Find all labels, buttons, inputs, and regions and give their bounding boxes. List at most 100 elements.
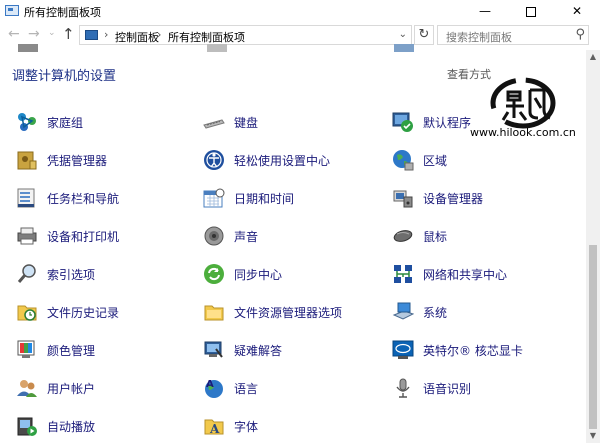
navigation-bar: ← → ⌄ ↑ › 控制面板 › 所有控制面板项 › ⌄ ↻ 搜索控制面板 ⚲ <box>0 22 600 50</box>
svg-text:A: A <box>206 379 214 390</box>
item-indexing-options[interactable]: 索引选项 <box>16 260 196 292</box>
intel-graphics-icon <box>392 340 414 359</box>
item-label: 文件资源管理器选项 <box>234 306 343 320</box>
breadcrumb-control-panel[interactable]: 控制面板 <box>115 29 159 45</box>
vertical-scrollbar[interactable]: ▲ ▼ <box>586 50 600 443</box>
recent-locations-button[interactable]: ⌄ <box>48 28 56 38</box>
item-credential-manager[interactable]: 凭据管理器 <box>16 146 196 178</box>
refresh-button[interactable]: ↻ <box>414 25 434 45</box>
svg-text:A: A <box>209 422 220 436</box>
item-autoplay[interactable]: 自动播放 <box>16 412 196 444</box>
device-manager-icon <box>393 190 413 208</box>
item-label: 文件历史记录 <box>47 306 120 320</box>
item-system[interactable]: 系统 <box>392 298 572 330</box>
item-region[interactable]: 区域 <box>392 146 572 178</box>
fonts-icon: A <box>204 419 224 436</box>
item-speech-recognition[interactable]: 语音识别 <box>392 374 572 406</box>
item-label: 鼠标 <box>423 230 448 244</box>
search-icon[interactable]: ⚲ <box>575 27 585 42</box>
control-panel-icon <box>85 30 98 40</box>
maximize-button[interactable] <box>508 0 554 22</box>
system-icon <box>392 302 414 320</box>
item-label: 网络和共享中心 <box>423 268 508 282</box>
scroll-up-button[interactable]: ▲ <box>586 50 600 64</box>
partial-item-icon <box>207 44 227 52</box>
file-explorer-options-icon <box>204 305 224 321</box>
item-label: 区域 <box>423 154 448 168</box>
back-button[interactable]: ← <box>8 26 20 42</box>
autoplay-icon <box>17 417 37 436</box>
item-user-accounts[interactable]: 用户帐户 <box>16 374 196 406</box>
address-bar[interactable]: › 控制面板 › 所有控制面板项 › ⌄ <box>79 25 412 45</box>
item-network-sharing[interactable]: 网络和共享中心 <box>392 260 572 292</box>
forward-button[interactable]: → <box>28 26 40 42</box>
item-label: 任务栏和导航 <box>47 192 120 206</box>
scroll-thumb[interactable] <box>589 245 597 429</box>
file-history-icon <box>17 305 37 321</box>
up-button[interactable]: ↑ <box>62 25 75 43</box>
ease-of-access-icon <box>204 150 224 170</box>
item-label: 家庭组 <box>47 116 84 130</box>
item-label: 声音 <box>234 230 259 244</box>
content-pane: 调整计算机的设置 查看方式 www.hilook.com.cn 家庭组 键盘 默… <box>0 44 586 444</box>
speech-recognition-icon <box>396 378 410 398</box>
item-label: 系统 <box>423 306 448 320</box>
item-label: 用户帐户 <box>47 382 96 396</box>
page-title: 调整计算机的设置 <box>12 69 117 84</box>
item-label: 键盘 <box>234 116 259 130</box>
item-label: 语音识别 <box>423 382 472 396</box>
view-by-label[interactable]: 查看方式 <box>447 66 491 82</box>
network-sharing-icon <box>394 265 412 283</box>
item-fonts[interactable]: A 字体 <box>203 412 383 444</box>
item-label: 自动播放 <box>47 420 96 434</box>
item-default-programs[interactable]: 默认程序 <box>392 108 572 140</box>
partial-item-icon <box>18 44 38 52</box>
close-button[interactable]: ✕ <box>554 0 600 22</box>
default-programs-icon <box>392 112 413 132</box>
item-label: 颜色管理 <box>47 344 96 358</box>
item-color-management[interactable]: 颜色管理 <box>16 336 196 368</box>
item-devices-printers[interactable]: 设备和打印机 <box>16 222 196 254</box>
item-label: 同步中心 <box>234 268 283 282</box>
item-label: 日期和时间 <box>234 192 295 206</box>
sound-icon <box>204 226 224 246</box>
item-label: 凭据管理器 <box>47 154 108 168</box>
item-date-time[interactable]: 日期和时间 <box>203 184 383 216</box>
language-icon: A <box>205 379 223 398</box>
item-label: 设备和打印机 <box>47 230 120 244</box>
item-device-manager[interactable]: 设备管理器 <box>392 184 572 216</box>
item-ease-of-access[interactable]: 轻松使用设置中心 <box>203 146 383 178</box>
credential-manager-icon <box>17 151 37 170</box>
item-label: 默认程序 <box>423 116 472 130</box>
breadcrumb-separator[interactable]: › <box>157 28 161 41</box>
item-file-history[interactable]: 文件历史记录 <box>16 298 196 330</box>
title-bar: 所有控制面板项 — ✕ <box>0 0 600 22</box>
homegroup-icon <box>18 113 36 131</box>
mouse-icon <box>393 230 413 242</box>
item-file-explorer-options[interactable]: 文件资源管理器选项 <box>203 298 383 330</box>
chevron-down-icon[interactable]: ⌄ <box>399 29 407 40</box>
item-keyboard[interactable]: 键盘 <box>203 108 383 140</box>
search-input[interactable]: 搜索控制面板 ⚲ <box>437 25 589 45</box>
devices-printers-icon <box>17 227 37 245</box>
item-label: 轻松使用设置中心 <box>234 154 331 168</box>
region-icon <box>393 150 414 171</box>
item-homegroup[interactable]: 家庭组 <box>16 108 196 140</box>
maximize-icon <box>526 6 536 17</box>
minimize-button[interactable]: — <box>462 0 508 22</box>
breadcrumb-separator[interactable]: › <box>240 28 244 41</box>
item-label: 字体 <box>234 420 259 434</box>
item-label: 英特尔® 核芯显卡 <box>423 344 523 358</box>
item-mouse[interactable]: 鼠标 <box>392 222 572 254</box>
item-label: 语言 <box>234 382 259 396</box>
breadcrumb-all-items[interactable]: 所有控制面板项 <box>168 29 245 45</box>
scroll-down-button[interactable]: ▼ <box>586 429 600 443</box>
item-sync-center[interactable]: 同步中心 <box>203 260 383 292</box>
search-placeholder: 搜索控制面板 <box>446 31 512 44</box>
item-taskbar-navigation[interactable]: 任务栏和导航 <box>16 184 196 216</box>
item-language[interactable]: A 语言 <box>203 374 383 406</box>
breadcrumb-separator[interactable]: › <box>104 28 108 41</box>
item-intel-graphics[interactable]: 英特尔® 核芯显卡 <box>392 336 572 368</box>
item-troubleshooting[interactable]: 疑难解答 <box>203 336 383 368</box>
item-sound[interactable]: 声音 <box>203 222 383 254</box>
